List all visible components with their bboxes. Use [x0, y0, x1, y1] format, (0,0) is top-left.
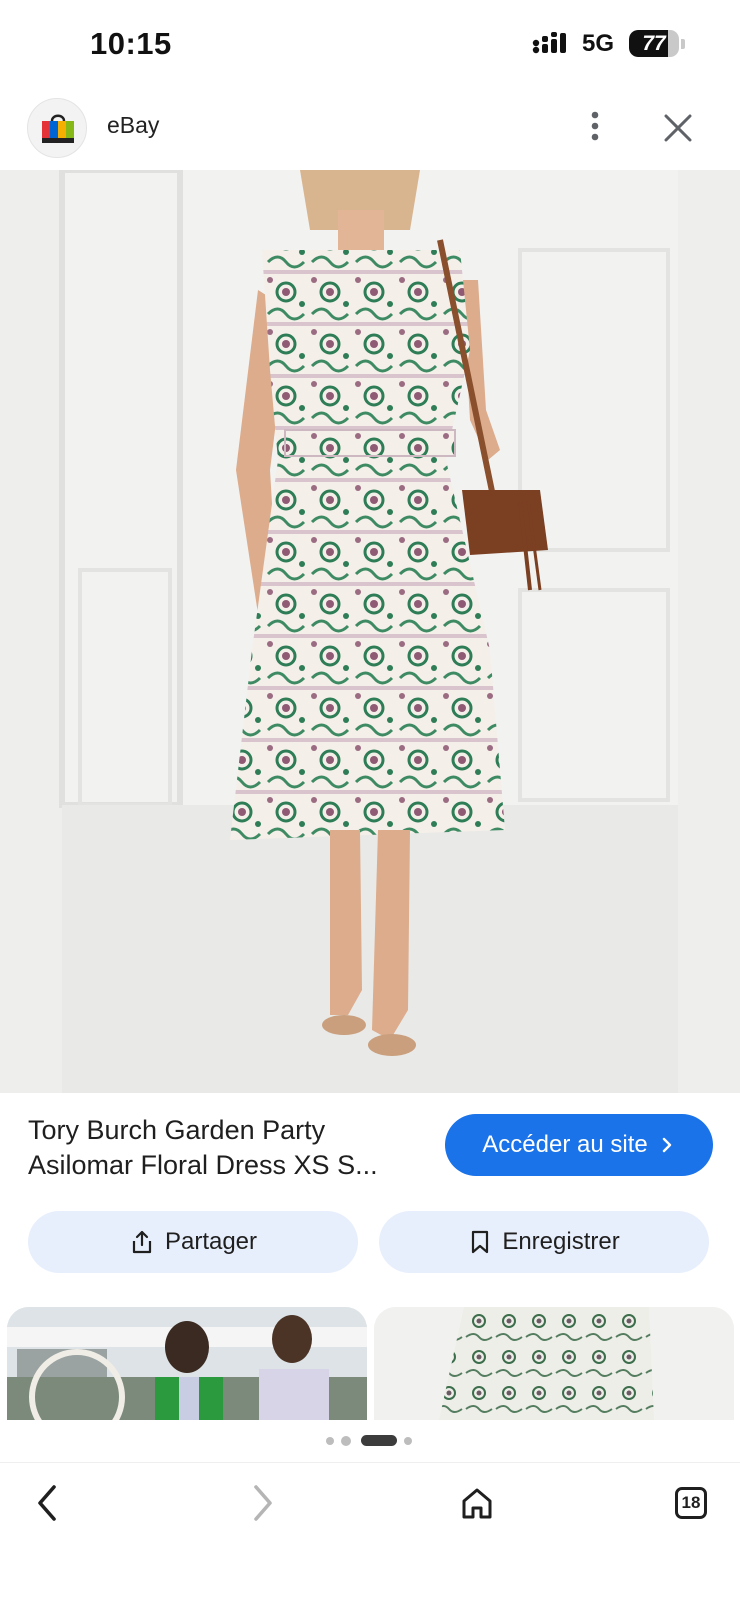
- back-button[interactable]: [22, 1477, 74, 1529]
- related-photo-2: [374, 1307, 734, 1420]
- battery-cap: [681, 39, 685, 49]
- tabs-count: 18: [675, 1487, 707, 1519]
- bookmark-icon: [472, 1230, 489, 1254]
- browser-nav-bar: 18: [0, 1462, 740, 1542]
- home-icon: [462, 1488, 492, 1519]
- chevron-left-icon: [38, 1485, 56, 1521]
- battery-icon: 77: [629, 30, 679, 57]
- chevron-right-icon: [254, 1485, 272, 1521]
- save-label: Enregistrer: [502, 1228, 620, 1255]
- close-icon[interactable]: [658, 108, 698, 148]
- forward-button[interactable]: [236, 1477, 288, 1529]
- save-button[interactable]: Enregistrer: [379, 1211, 709, 1273]
- home-button[interactable]: [451, 1477, 503, 1529]
- viewer-header: eBay: [0, 88, 740, 170]
- related-photo-1: [7, 1307, 367, 1420]
- more-vert-icon[interactable]: [575, 106, 615, 146]
- site-name[interactable]: eBay: [107, 112, 159, 139]
- share-label: Partager: [164, 1228, 258, 1255]
- tabs-button[interactable]: 18: [665, 1477, 717, 1529]
- related-image-2[interactable]: [374, 1307, 734, 1420]
- visit-site-button[interactable]: Accéder au site: [445, 1114, 713, 1176]
- pager-dot-active[interactable]: [361, 1435, 397, 1446]
- battery-percent: 77: [642, 32, 666, 55]
- image-pager: [0, 1434, 740, 1448]
- share-icon: [132, 1230, 152, 1254]
- status-time: 10:15: [90, 26, 172, 61]
- share-button[interactable]: Partager: [28, 1211, 358, 1273]
- related-image-1[interactable]: [7, 1307, 367, 1420]
- pager-dot[interactable]: [404, 1437, 412, 1445]
- status-bar: 10:15 5G 77: [0, 0, 740, 88]
- visit-site-label: Accéder au site: [482, 1131, 648, 1158]
- dress-photo: [0, 170, 740, 1093]
- network-type: 5G: [582, 30, 615, 57]
- shopping-bag-icon[interactable]: [27, 98, 87, 158]
- product-image[interactable]: [0, 170, 740, 1093]
- signal-icon: [532, 32, 566, 54]
- chevron-right-icon: [662, 1137, 671, 1153]
- pager-dot[interactable]: [341, 1436, 351, 1446]
- product-title[interactable]: Tory Burch Garden Party Asilomar Floral …: [28, 1113, 418, 1183]
- pager-dot[interactable]: [326, 1437, 334, 1445]
